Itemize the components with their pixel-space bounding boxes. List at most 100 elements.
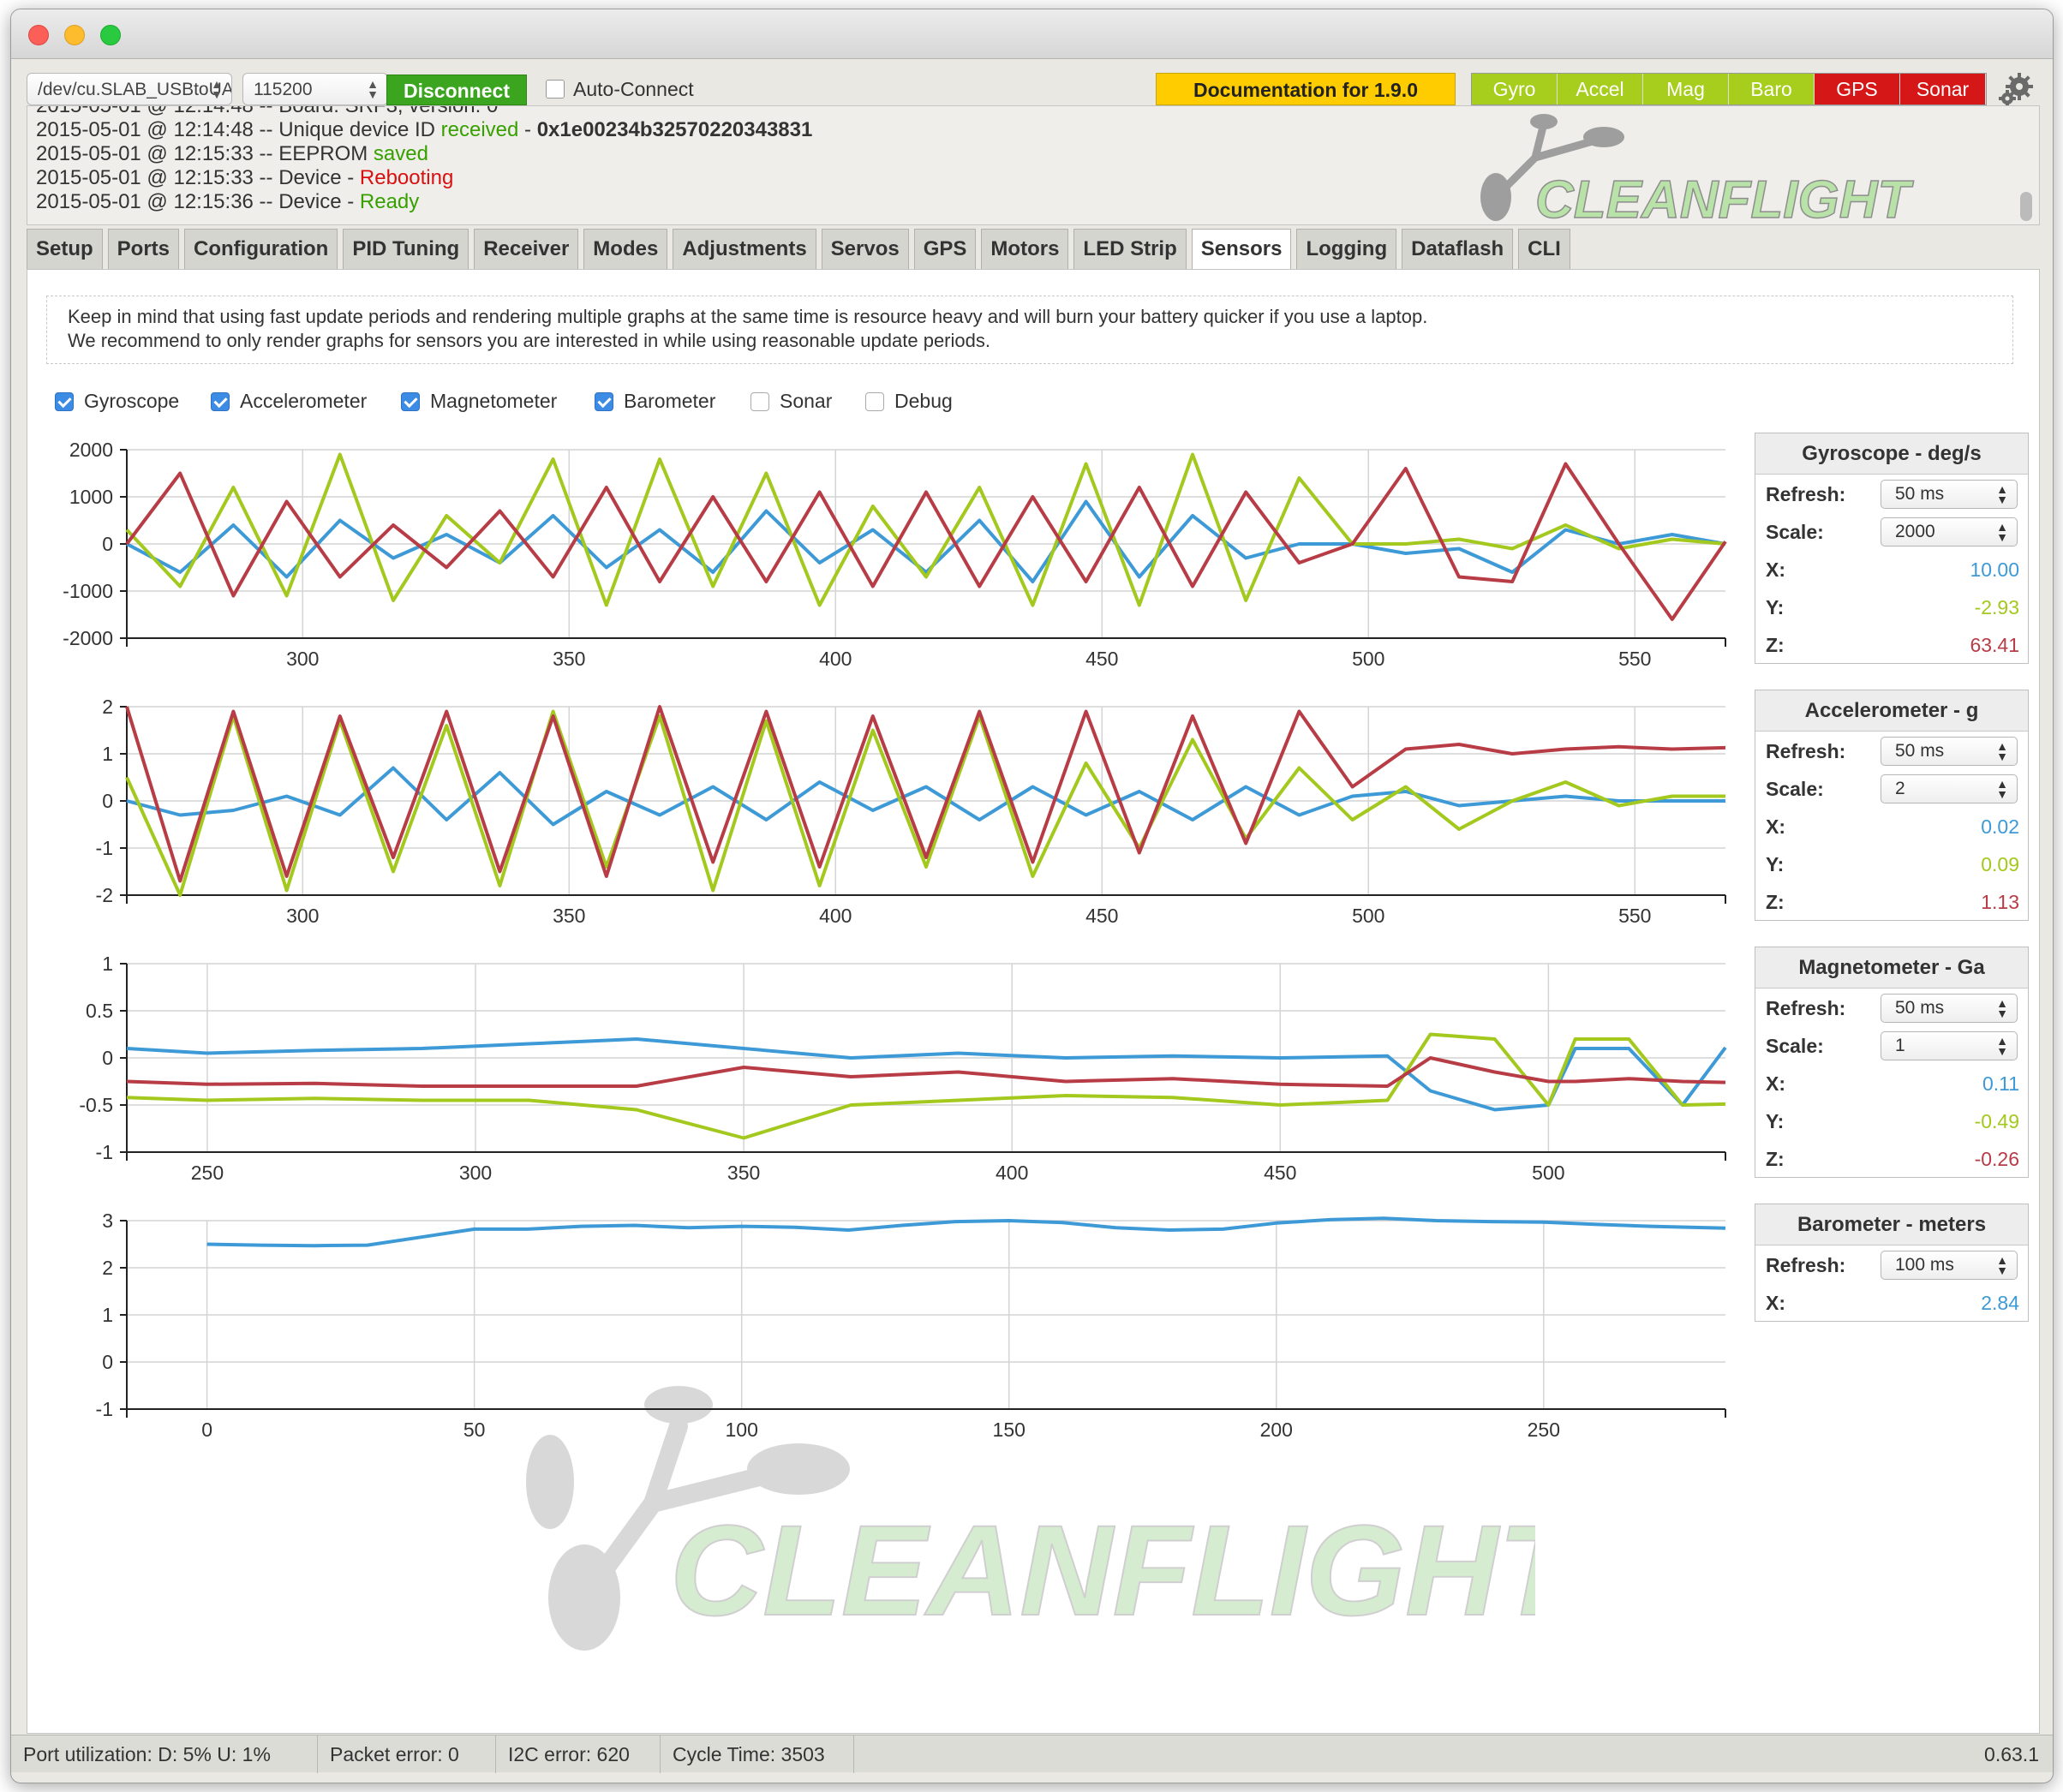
scale-select[interactable]: 1 ▲ ▼ bbox=[1881, 1031, 2018, 1060]
gyro-x-value: 10.00 bbox=[1970, 559, 2019, 581]
scale-label: Scale: bbox=[1766, 521, 1824, 543]
tab-motors[interactable]: Motors bbox=[981, 229, 1069, 270]
port-select-value: /dev/cu.SLAB_USBtoUART bbox=[38, 80, 231, 99]
gyroscope-series-x bbox=[126, 499, 1726, 583]
tab-dataflash[interactable]: Dataflash bbox=[1402, 229, 1514, 270]
scale-select[interactable]: 2000 ▲ ▼ bbox=[1881, 517, 2018, 547]
tab-receiver[interactable]: Receiver bbox=[474, 229, 579, 270]
x-tick-label: 200 bbox=[1260, 1419, 1293, 1441]
disconnect-button[interactable]: Disconnect bbox=[386, 75, 527, 105]
tab-setup[interactable]: Setup bbox=[27, 229, 103, 270]
refresh-row: Refresh: 50 ms ▲ ▼ bbox=[1755, 989, 2028, 1026]
x-tick-label: 300 bbox=[459, 1162, 492, 1184]
log-line-partial: 2015-05-01 @ 12:14:48 -- Board: SRF3, ve… bbox=[36, 105, 499, 117]
auto-connect-checkbox[interactable] bbox=[546, 80, 565, 99]
y-tick-label: -2000 bbox=[63, 627, 113, 649]
refresh-value: 100 ms bbox=[1895, 1255, 1954, 1275]
tab-modes[interactable]: Modes bbox=[583, 229, 668, 270]
log-scrollbar[interactable] bbox=[2020, 192, 2032, 221]
magnetometer-panel: Magnetometer - Ga Refresh: 50 ms ▲ ▼ Scale… bbox=[1755, 947, 2029, 1178]
device-id-value: 0x1e00234b32570220343831 bbox=[536, 118, 813, 141]
y-tick-label: 2000 bbox=[69, 439, 113, 461]
x-row: X: 0.11 bbox=[1755, 1064, 2028, 1102]
gyroscope-series-y bbox=[125, 452, 1726, 607]
log-status: saved bbox=[373, 142, 428, 165]
log-line: 2015-05-01 @ 12:15:36 -- Device - Ready bbox=[36, 190, 419, 214]
port-select[interactable]: /dev/cu.SLAB_USBtoUART ▲▼ bbox=[27, 73, 232, 105]
log-panel[interactable]: 2015-05-01 @ 12:14:48 -- Board: SRF3, ve… bbox=[27, 105, 2040, 225]
barometer-series-x bbox=[206, 1216, 1726, 1248]
sensor-badge-sonar: Sonar bbox=[1900, 74, 1986, 105]
x-tick-label: 350 bbox=[727, 1162, 760, 1184]
tab-cli[interactable]: CLI bbox=[1518, 229, 1570, 270]
y-tick-label: 1 bbox=[102, 743, 113, 765]
tab-logging[interactable]: Logging bbox=[1296, 229, 1397, 270]
y-tick-label: 1 bbox=[102, 1304, 113, 1326]
log-text: 2015-05-01 @ 12:14:48 -- Unique device I… bbox=[36, 118, 441, 141]
x-tick-label: 400 bbox=[996, 1162, 1028, 1184]
x-tick-label: 0 bbox=[201, 1419, 212, 1441]
x-tick-label: 450 bbox=[1085, 648, 1118, 670]
tab-ports[interactable]: Ports bbox=[107, 229, 180, 270]
log-text: 2015-05-01 @ 12:15:33 -- EEPROM bbox=[36, 142, 374, 165]
scale-label: Scale: bbox=[1766, 1035, 1824, 1057]
x-tick-label: 150 bbox=[993, 1419, 1026, 1441]
sensor-badge-gps: GPS bbox=[1815, 74, 1900, 105]
x-label: X: bbox=[1766, 1292, 1785, 1314]
tab-adjustments[interactable]: Adjustments bbox=[673, 229, 816, 270]
tab-sensors[interactable]: Sensors bbox=[1191, 229, 1292, 270]
main-tabs: Setup Ports Configuration PID Tuning Rec… bbox=[27, 229, 1576, 270]
sensor-badge-gyro: Gyro bbox=[1472, 74, 1558, 105]
log-line: 2015-05-01 @ 12:15:33 -- Device - Reboot… bbox=[36, 166, 453, 190]
refresh-select[interactable]: 50 ms ▲ ▼ bbox=[1881, 480, 2018, 509]
y-tick-label: 3 bbox=[102, 1210, 113, 1232]
tab-servos[interactable]: Servos bbox=[821, 229, 909, 270]
port-utilization: Port utilization: D: 5% U: 1% bbox=[11, 1735, 318, 1773]
scale-row: Scale: 2000 ▲ ▼ bbox=[1755, 512, 2028, 550]
log-text: 2015-05-01 @ 12:15:36 -- Device - bbox=[36, 190, 360, 213]
refresh-select[interactable]: 50 ms ▲ ▼ bbox=[1881, 737, 2018, 766]
baud-select-value: 115200 bbox=[254, 80, 313, 99]
y-label: Y: bbox=[1766, 853, 1785, 875]
baud-select[interactable]: 115200 ▲ ▼ bbox=[242, 73, 388, 105]
close-window-button[interactable] bbox=[28, 25, 49, 45]
magnetometer-series-z bbox=[126, 1056, 1726, 1088]
cleanflight-logo: CLEANFLIGHT bbox=[1480, 114, 1915, 224]
refresh-row: Refresh: 100 ms ▲ ▼ bbox=[1755, 1245, 2028, 1283]
y-tick-label: 1 bbox=[102, 953, 113, 975]
accelerometer-panel: Accelerometer - g Refresh: 50 ms ▲ ▼ Scale… bbox=[1755, 690, 2029, 921]
documentation-button[interactable]: Documentation for 1.9.0 bbox=[1156, 73, 1456, 105]
refresh-row: Refresh: 50 ms ▲ ▼ bbox=[1755, 475, 2028, 512]
z-label: Z: bbox=[1766, 891, 1785, 913]
select-arrows-icon: ▲ ▼ bbox=[1996, 1034, 2008, 1058]
mag-x-value: 0.11 bbox=[1982, 1072, 2019, 1095]
tab-led-strip[interactable]: LED Strip bbox=[1073, 229, 1187, 270]
maximize-window-button[interactable] bbox=[100, 25, 121, 45]
mag-y-value: -0.49 bbox=[1974, 1110, 2019, 1132]
z-label: Z: bbox=[1766, 634, 1785, 656]
cycle-time: Cycle Time: 3503 bbox=[661, 1735, 854, 1773]
log-text: - bbox=[518, 118, 537, 141]
x-row: X: 2.84 bbox=[1755, 1283, 2028, 1321]
refresh-select[interactable]: 50 ms ▲ ▼ bbox=[1881, 994, 2018, 1023]
x-label: X: bbox=[1766, 1072, 1785, 1095]
scale-value: 2 bbox=[1895, 779, 1905, 798]
minimize-window-button[interactable] bbox=[64, 25, 85, 45]
app-window: /dev/cu.SLAB_USBtoUART ▲▼ 115200 ▲▼ Disc… bbox=[10, 9, 2054, 1783]
tab-gps[interactable]: GPS bbox=[913, 229, 977, 270]
scale-select[interactable]: 2 ▲ ▼ bbox=[1881, 774, 2018, 803]
accel-z-value: 1.13 bbox=[1981, 891, 2019, 913]
refresh-select[interactable]: 100 ms ▲ ▼ bbox=[1881, 1251, 2018, 1280]
select-arrows-icon: ▲ ▼ bbox=[1996, 996, 2008, 1020]
panel-title: Barometer - meters bbox=[1755, 1204, 2028, 1245]
y-tick-label: -1 bbox=[96, 1398, 113, 1420]
y-row: Y: 0.09 bbox=[1755, 845, 2028, 882]
tab-configuration[interactable]: Configuration bbox=[184, 229, 338, 270]
select-arrows-icon: ▲ ▼ bbox=[1996, 777, 2008, 801]
x-tick-label: 350 bbox=[553, 648, 585, 670]
refresh-value: 50 ms bbox=[1895, 741, 1945, 761]
gear-icon[interactable] bbox=[1997, 69, 2036, 109]
tab-pid-tuning[interactable]: PID Tuning bbox=[343, 229, 469, 270]
scale-value: 2000 bbox=[1895, 522, 1935, 541]
refresh-value: 50 ms bbox=[1895, 998, 1945, 1018]
